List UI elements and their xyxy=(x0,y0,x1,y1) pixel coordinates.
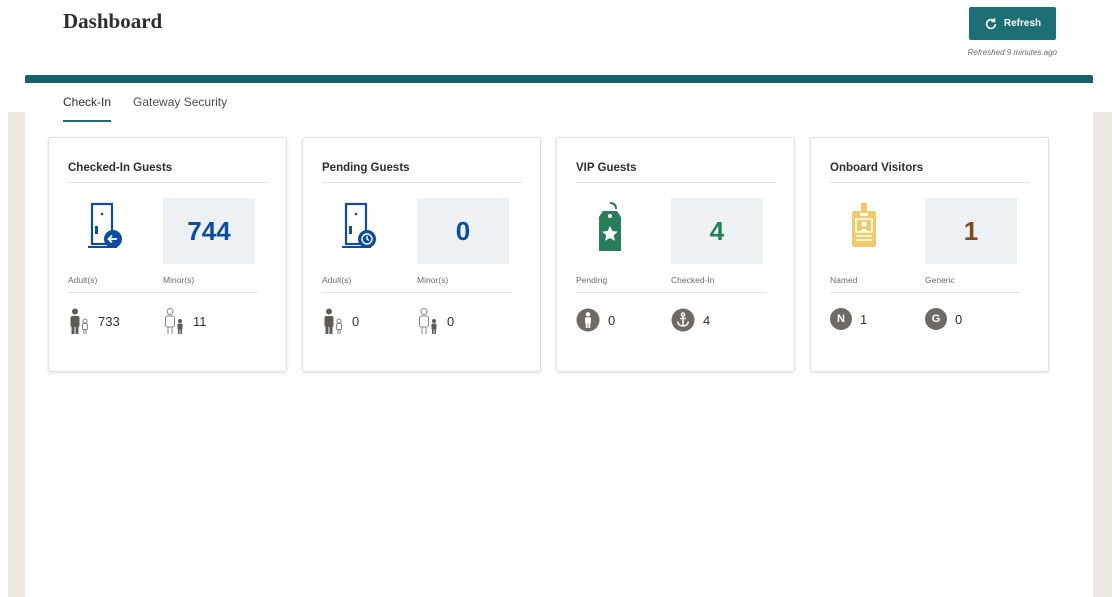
stat-value: 733 xyxy=(98,313,120,329)
pending-guests-card[interactable]: Pending Guests 0 Adult(s) Minor(s) 0 0 xyxy=(302,137,541,372)
refresh-button[interactable]: Refresh xyxy=(969,7,1056,40)
stat-vip-pending: 0 xyxy=(576,308,615,332)
page-title: Dashboard xyxy=(63,9,163,33)
stat-value: 11 xyxy=(193,313,207,329)
checked-in-guests-card[interactable]: Checked-In Guests 744 Adult(s) Minor(s) xyxy=(48,137,287,372)
stat-adults: 0 xyxy=(322,308,359,334)
card-title: VIP Guests xyxy=(576,162,776,183)
minor-icon xyxy=(419,308,437,334)
stat-minors: 11 xyxy=(163,308,207,334)
stat-value: 0 xyxy=(352,313,360,329)
stat-label-pending: Pending xyxy=(576,275,671,293)
stat-label-adults: Adult(s) xyxy=(322,275,417,293)
stat-value: 0 xyxy=(608,312,616,328)
generic-badge-icon: G xyxy=(925,308,947,330)
count-value: 744 xyxy=(187,215,231,246)
card-title: Pending Guests xyxy=(322,162,522,183)
anchor-circle-icon xyxy=(671,308,695,332)
door-pending-icon xyxy=(342,202,376,248)
card-title: Onboard Visitors xyxy=(830,162,1030,183)
visitor-badge-icon xyxy=(852,203,876,247)
minor-icon xyxy=(165,308,183,334)
stat-label-named: Named xyxy=(830,275,925,293)
pending-count[interactable]: 0 xyxy=(417,198,509,264)
stat-label-checked-in: Checked-In xyxy=(671,275,766,293)
checked-in-count[interactable]: 744 xyxy=(163,198,255,264)
count-value: 0 xyxy=(455,215,471,246)
stat-vip-checked-in: 4 xyxy=(671,308,710,332)
stat-generic: G 0 xyxy=(925,308,962,330)
stat-label-adults: Adult(s) xyxy=(68,275,163,293)
vip-count[interactable]: 4 xyxy=(671,198,763,264)
tab-check-in[interactable]: Check-In xyxy=(63,95,112,122)
stat-label-minors: Minor(s) xyxy=(417,275,512,293)
stat-adults: 733 xyxy=(68,308,120,334)
count-value: 1 xyxy=(963,215,979,246)
refresh-label: Refresh xyxy=(1003,18,1042,29)
refresh-icon xyxy=(985,17,997,29)
stat-value: 1 xyxy=(860,311,868,327)
tab-bar: Check-In Gateway Security xyxy=(63,95,227,122)
tab-gateway-security[interactable]: Gateway Security xyxy=(133,95,227,122)
count-value: 4 xyxy=(709,215,725,246)
refreshed-timestamp: Refreshed 9 minutes ago xyxy=(967,48,1057,57)
adult-icon xyxy=(324,308,342,334)
named-badge-icon: N xyxy=(830,308,852,330)
stat-value: 0 xyxy=(955,311,963,327)
stat-value: 4 xyxy=(703,312,711,328)
stat-minors: 0 xyxy=(417,308,454,334)
onboard-visitors-card[interactable]: Onboard Visitors 1 Named Generic N 1 G 0 xyxy=(810,137,1049,372)
vip-tag-icon xyxy=(599,202,621,251)
stat-named: N 1 xyxy=(830,308,867,330)
stat-value: 0 xyxy=(447,313,455,329)
person-circle-icon xyxy=(576,308,600,332)
stat-label-generic: Generic xyxy=(925,275,1020,293)
visitors-count[interactable]: 1 xyxy=(925,198,1017,264)
card-title: Checked-In Guests xyxy=(68,162,268,183)
stat-label-minors: Minor(s) xyxy=(163,275,258,293)
dashboard-panel: Check-In Gateway Security Checked-In Gue… xyxy=(25,75,1093,597)
door-checkin-icon xyxy=(88,202,122,248)
adult-icon xyxy=(70,308,88,334)
vip-guests-card[interactable]: VIP Guests 4 Pending Checked-In 0 4 xyxy=(556,137,795,372)
